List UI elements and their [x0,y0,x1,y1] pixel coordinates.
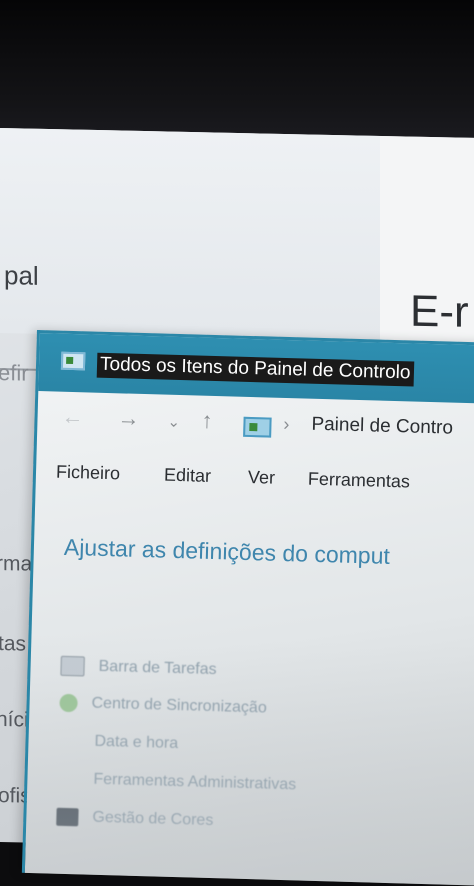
list-item-label: Barra de Tarefas [98,658,217,679]
taskbar-icon [60,655,85,677]
sync-center-icon [59,693,78,713]
menu-item-editar[interactable]: Editar [164,465,212,487]
list-item-admin-tools[interactable]: Ferramentas Administrativas [57,770,296,795]
background-header [0,128,380,341]
arrow-up-icon[interactable]: ↑ [201,408,213,434]
breadcrumb-chevron-icon[interactable]: › [283,414,290,435]
list-item-label: Data e hora [94,733,179,753]
window-title: Todos os Itens do Painel de Controlo [96,352,414,387]
page-heading: Ajustar as definições do comput [63,533,391,569]
address-control-panel-icon [243,416,272,438]
list-item-sync-center[interactable]: Centro de Sincronização [59,693,267,718]
control-panel-window[interactable]: Todos os Itens do Painel de Controlo ← →… [21,330,474,886]
address-bar-breadcrumb[interactable]: Painel de Contro [311,414,453,440]
list-item-color-management[interactable]: Gestão de Cores [56,807,214,831]
color-management-icon [56,807,79,827]
menu-item-ficheiro[interactable]: Ficheiro [56,462,121,485]
monitor-bezel [0,0,474,150]
menu-bar: Ficheiro Editar Ver Ferramentas [36,455,474,504]
background-fragment-efir: efir [0,359,29,386]
navigation-bar: ← → ⌄ ↑ › Painel de Contro [37,391,474,460]
menu-item-ver[interactable]: Ver [248,467,276,489]
arrow-right-icon[interactable]: → [117,405,140,432]
background-fragment-nici: níci [0,707,29,732]
background-title-fragment: E-r [410,286,469,337]
background-fragment-pal: pal [4,260,39,291]
list-item-label: Ferramentas Administrativas [93,770,297,794]
chevron-down-icon[interactable]: ⌄ [167,413,180,431]
arrow-left-icon[interactable]: ← [61,404,84,431]
control-panel-icon [60,351,86,371]
background-fragment-rma: rma [0,551,33,576]
list-item-label: Centro de Sincronização [91,694,267,717]
menu-item-ferramentas[interactable]: Ferramentas [308,469,411,493]
list-item-label: Gestão de Cores [92,808,214,830]
date-time-icon [58,732,80,751]
admin-tools-icon [57,770,79,789]
list-item-date-time[interactable]: Data e hora [58,732,178,754]
background-fragment-tas: tas [0,631,27,656]
list-item-taskbar[interactable]: Barra de Tarefas [60,655,217,680]
